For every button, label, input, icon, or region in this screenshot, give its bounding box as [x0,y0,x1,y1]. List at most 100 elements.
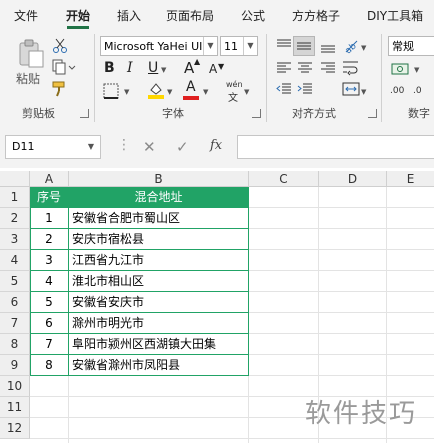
font-group-label: 字体 [162,107,184,120]
fill-color-dropdown-icon[interactable]: ▼ [167,88,172,96]
table-cell-index[interactable]: 3 [30,250,69,271]
table-cell-index[interactable]: 7 [30,334,69,355]
table-cell-address[interactable]: 安庆市宿松县 [69,229,249,250]
align-top-icon[interactable] [275,38,293,54]
decrease-decimal-icon[interactable]: .0 [412,81,434,97]
font-launcher-icon[interactable] [252,109,261,118]
table-header-cell[interactable]: 混合地址 [69,187,249,208]
table-cell-index[interactable]: 5 [30,292,69,313]
align-bottom-icon[interactable] [319,38,337,54]
column-header-a[interactable]: A [30,171,69,187]
table-cell-address[interactable]: 安徽省安庆市 [69,292,249,313]
tab-diy-toolbox[interactable]: DIY工具箱 [367,7,423,24]
row-header[interactable]: 10 [0,376,30,397]
underline-button[interactable]: U [148,60,158,76]
cancel-icon[interactable]: ✕ [143,138,156,156]
row-header[interactable]: 8 [0,334,30,355]
enter-icon[interactable]: ✓ [176,138,189,156]
increase-decimal-icon[interactable]: .00 [389,81,411,97]
font-size-combo[interactable]: 11 ▼ [220,36,258,56]
grow-font-button[interactable]: A [184,59,194,77]
row-header[interactable]: 9 [0,355,30,376]
name-box[interactable]: D11 ▼ [5,135,101,159]
table-cell-address[interactable]: 滁州市明光市 [69,313,249,334]
format-painter-icon[interactable] [51,80,69,98]
align-left-icon[interactable] [275,60,293,76]
tab-insert[interactable]: 插入 [117,7,141,24]
tab-fangfang[interactable]: 方方格子 [292,7,340,24]
tab-page-layout[interactable]: 页面布局 [166,7,214,24]
paste-button-label[interactable]: 粘贴 [16,70,40,87]
row-header[interactable]: 7 [0,313,30,334]
table-cell-index[interactable]: 2 [30,229,69,250]
borders-icon[interactable] [102,82,120,100]
table-cell-index[interactable]: 4 [30,271,69,292]
row-header[interactable]: 2 [0,208,30,229]
formula-bar-grip-icon[interactable]: ⋮ [117,137,131,153]
cut-icon[interactable] [51,37,69,55]
currency-dropdown-icon[interactable]: ▼ [414,66,419,74]
orientation-icon[interactable]: ab [341,35,361,55]
align-middle-icon[interactable] [293,36,315,56]
formula-input[interactable] [237,135,434,159]
chevron-down-icon[interactable]: ▼ [203,37,217,55]
clipboard-launcher-icon[interactable] [80,109,89,118]
phonetic-label[interactable]: wén [226,80,243,89]
table-cell-index[interactable]: 6 [30,313,69,334]
tab-home[interactable]: 开始 [66,7,90,24]
column-header-e[interactable]: E [387,171,434,187]
font-color-dropdown-icon[interactable]: ▼ [203,88,208,96]
chevron-down-icon[interactable]: ▼ [243,37,257,55]
shrink-font-button[interactable]: A [209,62,217,76]
wrap-text-icon[interactable] [341,59,361,77]
decrease-indent-icon[interactable] [275,81,293,97]
orientation-dropdown-icon[interactable]: ▼ [361,44,366,52]
copy-icon[interactable] [51,58,77,76]
underline-dropdown-icon[interactable]: ▼ [161,66,166,74]
select-all-corner[interactable] [0,171,30,187]
row-header[interactable]: 3 [0,229,30,250]
table-cell-address[interactable]: 安徽省滁州市凤阳县 [69,355,249,376]
table-header-cell[interactable]: 序号 [30,187,69,208]
row-header[interactable]: 11 [0,397,30,418]
table-cell-address[interactable]: 江西省九江市 [69,250,249,271]
row-header[interactable]: 1 [0,187,30,208]
row-header[interactable]: 4 [0,250,30,271]
insert-function-button[interactable]: fx [210,138,222,153]
chevron-down-icon[interactable]: ▼ [88,136,94,158]
phonetic-dropdown-icon[interactable]: ▼ [244,88,249,96]
merge-dropdown-icon[interactable]: ▼ [361,88,366,96]
increase-indent-icon[interactable] [296,81,314,97]
table-cell-index[interactable]: 1 [30,208,69,229]
borders-dropdown-icon[interactable]: ▼ [124,88,129,96]
row-header[interactable]: 6 [0,292,30,313]
alignment-launcher-icon[interactable] [368,109,377,118]
font-color-button[interactable]: A [183,79,201,101]
tab-formulas[interactable]: 公式 [241,7,265,24]
number-group-label: 数字 [408,107,430,120]
bold-button[interactable]: B [104,60,115,76]
merge-center-icon[interactable] [341,80,361,98]
paste-icon[interactable] [16,38,46,70]
name-box-value: D11 [12,140,35,153]
align-right-icon[interactable] [319,60,337,76]
currency-format-icon[interactable] [390,60,412,78]
font-name-value: Microsoft YaHei UI [104,40,203,53]
font-name-combo[interactable]: Microsoft YaHei UI ▼ [100,36,218,56]
column-header-c[interactable]: C [249,171,319,187]
fill-color-icon[interactable] [146,80,166,100]
row-header[interactable]: 5 [0,271,30,292]
table-cell-address[interactable]: 安徽省合肥市蜀山区 [69,208,249,229]
alignment-group-label: 对齐方式 [292,107,336,120]
table-cell-index[interactable]: 8 [30,355,69,376]
row-header[interactable]: 12 [0,418,30,439]
column-header-d[interactable]: D [319,171,387,187]
number-format-combo[interactable]: 常规 [388,36,434,56]
table-cell-address[interactable]: 阜阳市颍州区西湖镇大田集 [69,334,249,355]
tab-file[interactable]: 文件 [14,7,38,24]
italic-button[interactable]: I [127,60,133,76]
table-cell-address[interactable]: 淮北市相山区 [69,271,249,292]
align-center-icon[interactable] [296,60,314,76]
column-header-b[interactable]: B [69,171,249,187]
phonetic-icon[interactable]: 文 [228,89,238,104]
